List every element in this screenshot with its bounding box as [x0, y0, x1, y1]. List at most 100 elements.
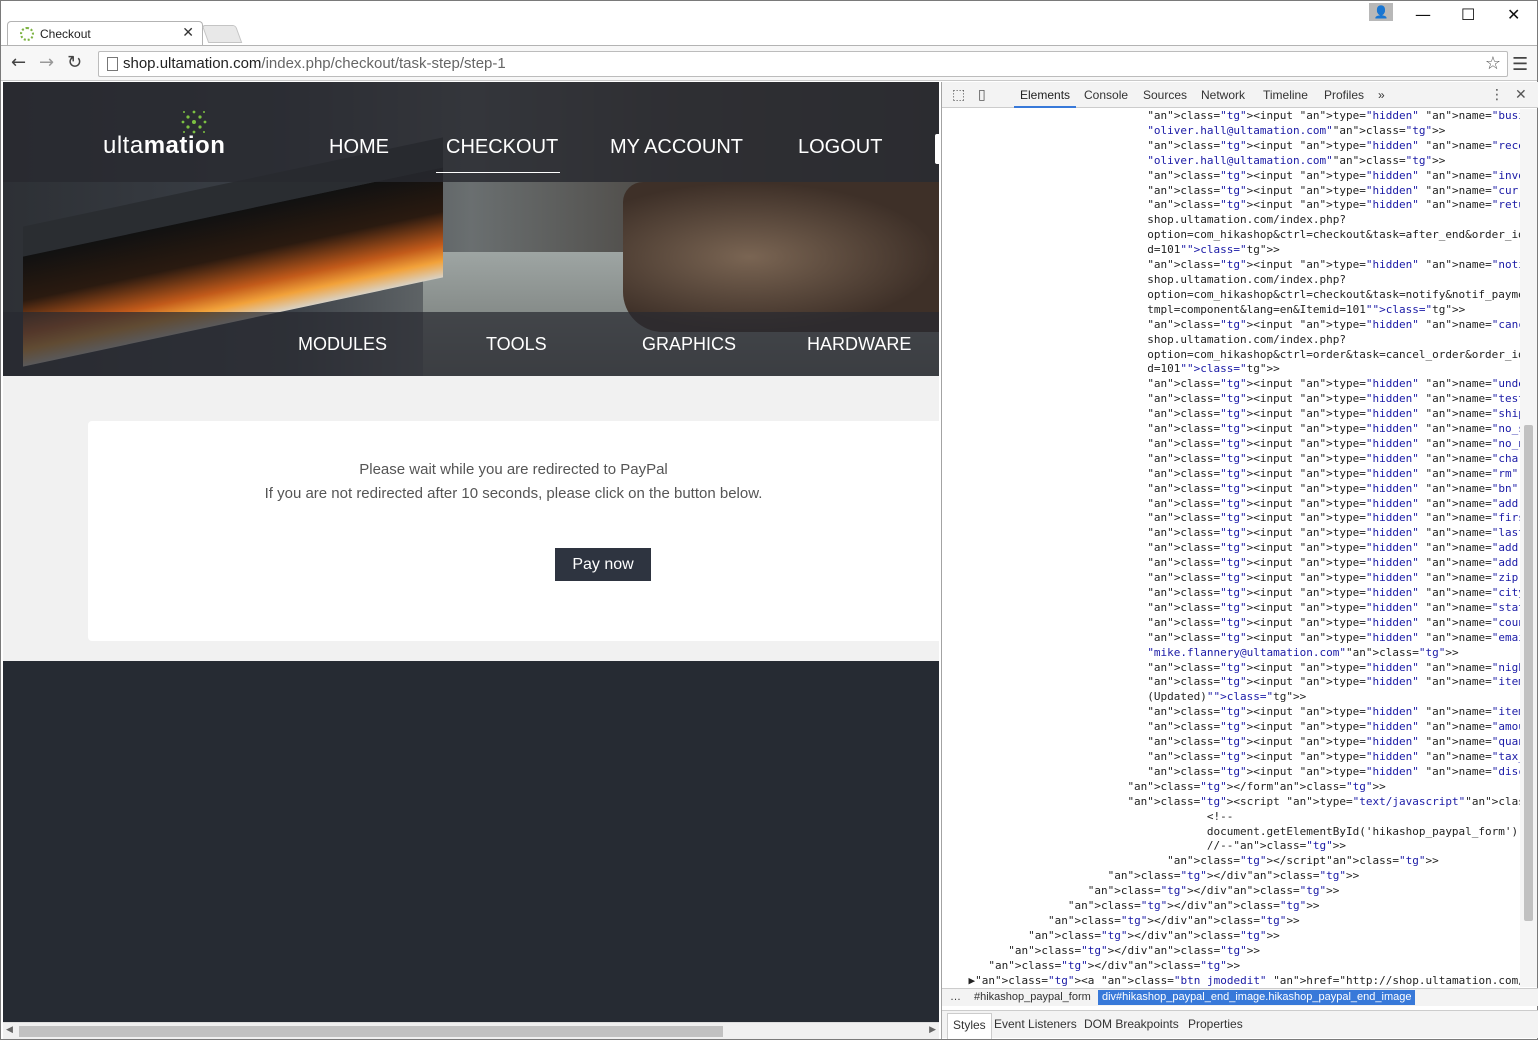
dom-line[interactable]: "an">class="tg"><input "an">type="hidden… — [942, 661, 1520, 676]
dom-line[interactable]: "an">class="tg"></div"an">class="tg">> — [942, 914, 1520, 929]
forward-icon[interactable]: → — [39, 52, 54, 73]
pay-now-button[interactable]: Pay now — [555, 548, 651, 581]
maximize-icon[interactable]: ☐ — [1461, 5, 1475, 24]
nav-my-account[interactable]: MY ACCOUNT — [610, 136, 743, 159]
dom-line[interactable]: shop.ultamation.com/index.php? — [942, 213, 1520, 228]
minimize-icon[interactable]: — — [1415, 5, 1431, 24]
dom-line[interactable]: "an">class="tg"></div"an">class="tg">> — [942, 944, 1520, 959]
nav-logout[interactable]: LOGOUT — [798, 136, 882, 159]
devtools-menu-icon[interactable]: ⋮ — [1490, 87, 1504, 103]
subtab-styles[interactable]: Styles — [947, 1013, 992, 1039]
dom-line[interactable]: "an">class="tg"><input "an">type="hidden… — [942, 422, 1520, 437]
dom-line[interactable]: "an">class="tg"><input "an">type="hidden… — [942, 526, 1520, 541]
dom-line[interactable]: "an">class="tg"><input "an">type="hidden… — [942, 377, 1520, 392]
dom-line[interactable]: "an">class="tg"><input "an">type="hidden… — [942, 750, 1520, 765]
dom-line[interactable]: "an">class="tg"><script "an">type="text/… — [942, 795, 1520, 810]
dom-line[interactable]: "an">class="tg"><input "an">type="hidden… — [942, 765, 1520, 780]
nav-tools[interactable]: TOOLS — [486, 334, 547, 355]
dom-line[interactable]: ▶"an">class="tg"><a "an">class="btn jmod… — [942, 974, 1520, 987]
inspect-element-icon[interactable]: ⬚ — [952, 87, 965, 103]
dom-line[interactable]: "an">class="tg"><input "an">type="hidden… — [942, 675, 1520, 690]
address-bar[interactable]: shop.ultamation.com/index.php/checkout/t… — [98, 51, 1508, 77]
dom-line[interactable]: "an">class="tg"><input "an">type="hidden… — [942, 392, 1520, 407]
dom-line[interactable]: "an">class="tg"><input "an">type="hidden… — [942, 198, 1520, 213]
new-tab-button[interactable] — [201, 25, 243, 43]
dom-line[interactable]: "an">class="tg"><input "an">type="hidden… — [942, 497, 1520, 512]
subtab-dom-breakpoints[interactable]: DOM Breakpoints — [1084, 1017, 1179, 1031]
dom-line[interactable]: "an">class="tg"><input "an">type="hidden… — [942, 437, 1520, 452]
dom-line[interactable]: "an">class="tg"></div"an">class="tg">> — [942, 899, 1520, 914]
dom-line[interactable]: "an">class="tg"><input "an">type="hidden… — [942, 467, 1520, 482]
dom-line[interactable]: option=com_hikashop&ctrl=checkout&task=n… — [942, 288, 1520, 303]
dom-line[interactable]: tmpl=component&lang=en&Itemid=101"">clas… — [942, 303, 1520, 318]
dom-line[interactable]: "oliver.hall@ultamation.com""an">class="… — [942, 124, 1520, 139]
breadcrumb-form[interactable]: #hikashop_paypal_form — [974, 991, 1091, 1003]
subtab-properties[interactable]: Properties — [1188, 1017, 1243, 1031]
dom-line[interactable]: "oliver.hall@ultamation.com""an">class="… — [942, 154, 1520, 169]
dom-line[interactable]: "an">class="tg"><input "an">type="hidden… — [942, 139, 1520, 154]
dom-line[interactable]: "mike.flannery@ultamation.com""an">class… — [942, 646, 1520, 661]
dom-line[interactable]: "an">class="tg"><input "an">type="hidden… — [942, 720, 1520, 735]
dom-line[interactable]: //--"an">class="tg">> — [942, 839, 1520, 854]
dom-line[interactable]: "an">class="tg"><input "an">type="hidden… — [942, 407, 1520, 422]
tab-profiles[interactable]: Profiles — [1324, 88, 1364, 102]
nav-modules[interactable]: MODULES — [298, 334, 387, 355]
dom-line[interactable]: shop.ultamation.com/index.php? — [942, 273, 1520, 288]
dom-line[interactable]: "an">class="tg"><input "an">type="hidden… — [942, 571, 1520, 586]
dom-line[interactable]: "an">class="tg"><input "an">type="hidden… — [942, 616, 1520, 631]
dom-tree-scrollbar[interactable] — [1520, 109, 1537, 987]
nav-edge-tab[interactable] — [935, 134, 939, 164]
window-close-icon[interactable]: ✕ — [1507, 5, 1520, 24]
dom-line[interactable]: "an">class="tg"></form"an">class="tg">> — [942, 780, 1520, 795]
dom-tree-scroll-thumb[interactable] — [1524, 425, 1533, 921]
nav-hardware[interactable]: HARDWARE — [807, 334, 911, 355]
profile-icon[interactable]: 👤 — [1369, 3, 1393, 21]
dom-line[interactable]: document.getElementById('hikashop_paypal… — [942, 825, 1520, 840]
dom-line[interactable]: "an">class="tg"><input "an">type="hidden… — [942, 511, 1520, 526]
bookmark-star-icon[interactable]: ☆ — [1485, 53, 1501, 74]
dom-line[interactable]: "an">class="tg"><input "an">type="hidden… — [942, 541, 1520, 556]
dom-line[interactable]: "an">class="tg"><input "an">type="hidden… — [942, 601, 1520, 616]
dom-line[interactable]: "an">class="tg"><input "an">type="hidden… — [942, 169, 1520, 184]
dom-line[interactable]: "an">class="tg"><input "an">type="hidden… — [942, 184, 1520, 199]
reload-icon[interactable]: ↻ — [67, 52, 82, 73]
horizontal-scrollbar[interactable]: ◀ ▶ — [3, 1022, 939, 1039]
dom-line[interactable]: "an">class="tg"><input "an">type="hidden… — [942, 318, 1520, 333]
scroll-right-icon[interactable]: ▶ — [929, 1025, 936, 1035]
dom-line[interactable]: d=101"">class="tg">> — [942, 362, 1520, 377]
site-logo[interactable]: ultamation — [103, 132, 225, 160]
dom-line[interactable]: shop.ultamation.com/index.php? — [942, 333, 1520, 348]
dom-line[interactable]: "an">class="tg"><input "an">type="hidden… — [942, 109, 1520, 124]
tab-close-icon[interactable]: ✕ — [182, 25, 194, 41]
dom-line[interactable]: d=101"">class="tg">> — [942, 243, 1520, 258]
nav-graphics[interactable]: GRAPHICS — [642, 334, 736, 355]
dom-line[interactable]: <!-- — [942, 810, 1520, 825]
tab-timeline[interactable]: Timeline — [1263, 88, 1308, 102]
breadcrumb-more[interactable]: … — [950, 991, 961, 1003]
dom-line[interactable]: "an">class="tg"><input "an">type="hidden… — [942, 735, 1520, 750]
device-mode-icon[interactable]: ▯ — [978, 87, 986, 103]
breadcrumb-selected[interactable]: div#hikashop_paypal_end_image.hikashop_p… — [1098, 990, 1416, 1005]
scroll-left-icon[interactable]: ◀ — [6, 1025, 13, 1035]
dom-line[interactable]: "an">class="tg"></script"an">class="tg">… — [942, 854, 1520, 869]
devtools-close-icon[interactable]: ✕ — [1515, 87, 1527, 103]
dom-line[interactable]: "an">class="tg"></div"an">class="tg">> — [942, 884, 1520, 899]
dom-line[interactable]: "an">class="tg"></div"an">class="tg">> — [942, 929, 1520, 944]
dom-line[interactable]: "an">class="tg"></div"an">class="tg">> — [942, 959, 1520, 974]
subtab-event-listeners[interactable]: Event Listeners — [994, 1017, 1077, 1031]
nav-checkout[interactable]: CHECKOUT — [446, 136, 558, 159]
dom-line[interactable]: (Updated)"">class="tg">> — [942, 690, 1520, 705]
tab-overflow[interactable]: » — [1378, 88, 1385, 102]
dom-line[interactable]: "an">class="tg"></div"an">class="tg">> — [942, 869, 1520, 884]
dom-line[interactable]: "an">class="tg"><input "an">type="hidden… — [942, 556, 1520, 571]
dom-line[interactable]: option=com_hikashop&ctrl=checkout&task=a… — [942, 228, 1520, 243]
horizontal-scroll-thumb[interactable] — [19, 1026, 723, 1037]
dom-line[interactable]: "an">class="tg"><input "an">type="hidden… — [942, 258, 1520, 273]
dom-line[interactable]: "an">class="tg"><input "an">type="hidden… — [942, 586, 1520, 601]
dom-line[interactable]: "an">class="tg"><input "an">type="hidden… — [942, 452, 1520, 467]
dom-line[interactable]: "an">class="tg"><input "an">type="hidden… — [942, 705, 1520, 720]
tab-console[interactable]: Console — [1084, 88, 1128, 102]
dom-line[interactable]: option=com_hikashop&ctrl=order&task=canc… — [942, 348, 1520, 363]
dom-line[interactable]: "an">class="tg"><input "an">type="hidden… — [942, 631, 1520, 646]
tab-sources[interactable]: Sources — [1143, 88, 1187, 102]
